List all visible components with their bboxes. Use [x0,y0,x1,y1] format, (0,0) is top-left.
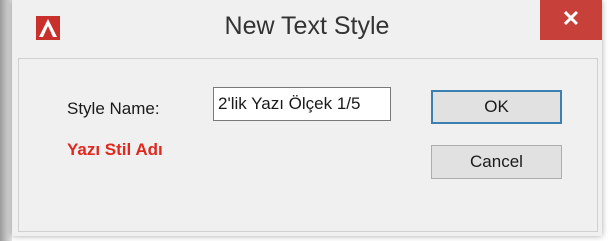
style-name-input[interactable] [213,87,391,121]
close-button[interactable]: ✕ [540,0,602,40]
new-text-style-dialog: New Text Style ✕ Style Name: Yazı Stil A… [12,0,602,236]
dialog-title: New Text Style [224,12,390,40]
cancel-button[interactable]: Cancel [431,145,562,179]
dialog-content-panel: Style Name: Yazı Stil Adı OK Cancel [18,58,598,232]
background-frame-edge [0,0,12,241]
style-name-annotation: Yazı Stil Adı [67,140,163,159]
ok-button[interactable]: OK [431,90,562,124]
dialog-body: Style Name: Yazı Stil Adı OK Cancel [12,56,602,236]
title-bar[interactable]: New Text Style ✕ [12,0,602,56]
style-name-label: Style Name: [67,99,160,118]
close-icon: ✕ [561,6,581,31]
